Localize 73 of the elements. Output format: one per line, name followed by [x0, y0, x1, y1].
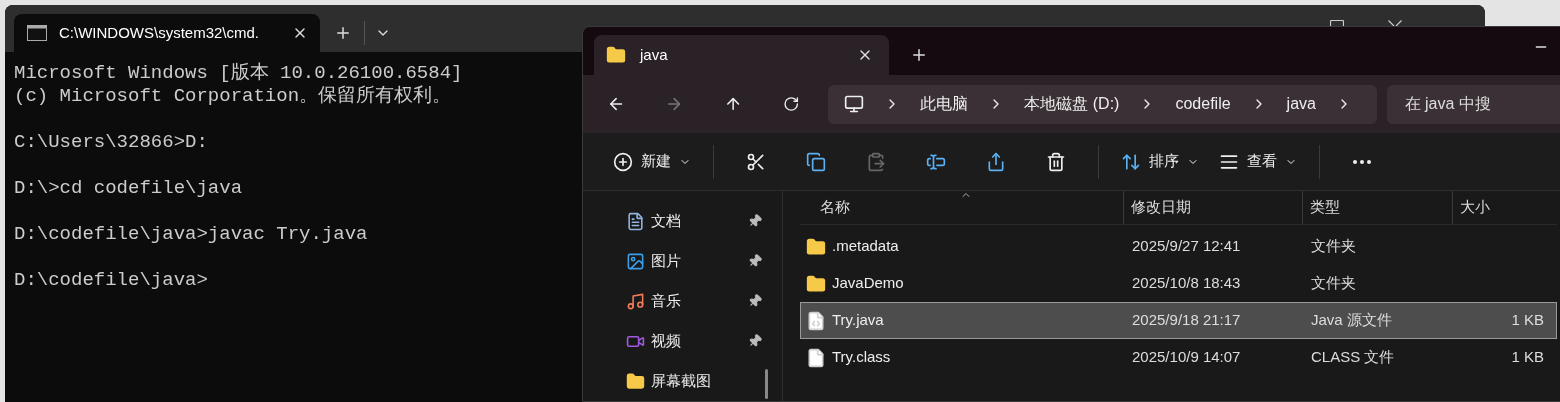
column-header[interactable]: 修改日期 [1123, 191, 1302, 224]
console-line: C:\Users\32866>D: [14, 131, 208, 154]
sidebar-item[interactable]: 音乐 [583, 281, 782, 321]
type-cell-text: 文件夹 [1310, 273, 1357, 294]
type-cell-text: 文件夹 [1310, 236, 1357, 257]
clipboard-icon [866, 151, 886, 172]
date-cell-text: 2025/9/27 12:41 [1131, 236, 1242, 257]
console-icon [27, 25, 47, 41]
file-name: .metadata [832, 236, 899, 257]
toolbar-button[interactable]: 新建 [603, 141, 701, 182]
search-field[interactable]: 在 java 中搜 [1386, 84, 1560, 124]
type-cell-text: CLASS 文件 [1310, 347, 1396, 368]
sidebar-label: 屏幕截图 [651, 370, 712, 391]
document-icon [626, 211, 645, 231]
explorer-tab[interactable]: java [594, 35, 889, 76]
date-cell-text: 2025/10/9 14:07 [1131, 347, 1242, 368]
tab-title: java [640, 44, 669, 65]
monitor-icon [844, 94, 865, 115]
new-tab-icon[interactable] [334, 24, 352, 42]
sidebar-label: 视频 [651, 330, 682, 351]
file-row[interactable]: JavaDemo 2025/10/8 18:43 文件夹 [800, 265, 1557, 302]
maximize-icon[interactable] [1330, 20, 1344, 26]
sidebar-item[interactable]: 视频 [583, 321, 782, 361]
sidebar-item[interactable]: 图片 [583, 241, 782, 281]
size-cell-text: 1 KB [1511, 310, 1544, 331]
column-header[interactable]: 类型 [1302, 191, 1452, 224]
toolbar-button[interactable]: 排序 [1111, 141, 1209, 182]
console-line: D:\codefile\java>javac Try.java [14, 223, 368, 246]
address-bar[interactable]: 此电脑 本地磁盘 (D:) codefile java [828, 84, 1377, 124]
file-name: JavaDemo [832, 273, 904, 294]
sidebar-label: 音乐 [651, 290, 682, 311]
scrollbar[interactable] [765, 369, 768, 399]
file-row[interactable]: Try.java 2025/9/18 21:17 Java 源文件 1 KB [800, 302, 1557, 339]
console-line: D:\codefile\java> [14, 269, 208, 292]
sidebar-item[interactable]: 文档 [583, 201, 782, 241]
console-line: Microsoft Windows [版本 10.0.26100.6584] [14, 62, 463, 85]
terminal-tab[interactable]: C:\WINDOWS\system32\cmd. [14, 14, 320, 52]
tab-title: C:\WINDOWS\system32\cmd. [59, 22, 261, 43]
folder-icon [806, 273, 826, 294]
folder-icon [806, 236, 826, 257]
toolbar-button[interactable]: 查看 [1209, 141, 1307, 182]
date-cell-text: 2025/9/18 21:17 [1131, 310, 1242, 331]
column-header[interactable]: 名称 [800, 191, 1123, 224]
console-line: D:\>cd codefile\java [14, 177, 243, 200]
refresh-icon[interactable] [782, 95, 800, 114]
file-icon [806, 347, 826, 368]
size-cell-text: 1 KB [1511, 347, 1544, 368]
file-name: Try.java [832, 310, 884, 331]
file-name: Try.class [832, 347, 891, 368]
console-line: (c) Microsoft Corporation。保留所有权利。 [14, 85, 452, 108]
sidebar-item[interactable]: 屏幕截图 [583, 361, 782, 401]
share-icon [986, 151, 1006, 172]
java-file-icon [806, 310, 826, 331]
breadcrumb-item[interactable]: codefile [1175, 92, 1231, 117]
file-row[interactable]: .metadata 2025/9/27 12:41 文件夹 [800, 228, 1557, 265]
type-cell-text: Java 源文件 [1310, 310, 1393, 331]
sidebar-label: 文档 [651, 210, 682, 231]
folder-icon [626, 371, 645, 391]
music-note-icon [626, 291, 645, 311]
date-cell-text: 2025/10/8 18:43 [1131, 273, 1242, 294]
picture-icon [626, 251, 645, 271]
copy-icon [806, 151, 826, 172]
plus-circle-icon [613, 151, 633, 172]
breadcrumb-item[interactable]: 本地磁盘 (D:) [1024, 92, 1120, 117]
column-header[interactable]: 大小 [1452, 191, 1552, 224]
scissors-icon [746, 151, 766, 172]
breadcrumb-item[interactable]: java [1286, 92, 1316, 117]
sidebar-label: 图片 [651, 250, 682, 271]
more-icon [1353, 159, 1371, 164]
folder-icon [606, 45, 626, 66]
file-row[interactable]: Try.class 2025/10/9 14:07 CLASS 文件 1 KB [800, 339, 1557, 376]
breadcrumb-item[interactable]: 此电脑 [920, 92, 969, 117]
trash-icon [1046, 151, 1066, 172]
